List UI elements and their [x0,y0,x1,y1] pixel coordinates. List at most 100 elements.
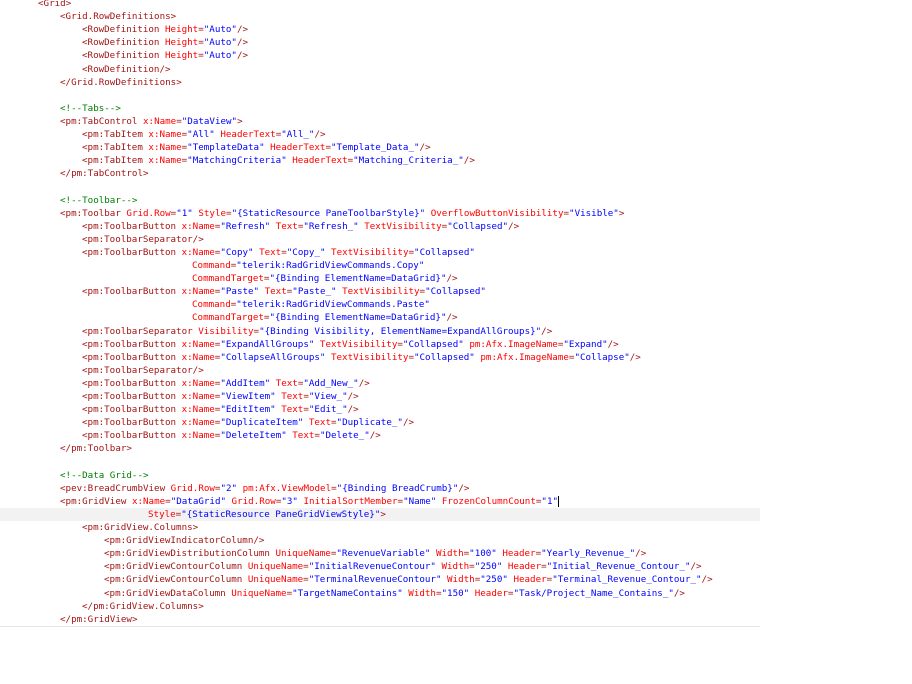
code-line[interactable]: <pm:GridViewDistributionColumn UniqueNam… [0,547,760,560]
code-token: pm:ToolbarSeparator [87,325,193,337]
code-line[interactable]: <!--Data Grid--> [0,469,760,482]
code-line[interactable]: <!--Tabs--> [0,102,760,115]
code-line-content: <pm:ToolbarSeparator Visibility="{Bindin… [82,325,552,338]
code-token: pm:GridViewDataColumn [109,587,226,599]
code-line[interactable]: <pm:Toolbar Grid.Row="1" Style="{StaticR… [0,207,760,220]
code-line[interactable]: <pm:ToolbarButton x:Name="EditItem" Text… [0,403,760,416]
code-line[interactable]: </pm:Toolbar> [0,442,760,455]
code-token: Grid.RowDefinitions [71,76,177,88]
editor-bottom-rule [0,626,760,627]
code-line[interactable]: CommandTarget="{Binding ElementName=Data… [0,311,760,324]
code-token: TextVisibility [325,351,409,363]
code-token: Height [159,50,199,62]
code-token: "1" [176,207,193,219]
code-line[interactable]: Command="telerik:RadGridViewCommands.Cop… [0,259,760,272]
code-token: CommandTarget [192,312,264,324]
code-token: Width [402,587,436,599]
code-token: "telerik:RadGridViewCommands.Paste" [236,299,430,311]
code-line[interactable]: <pm:GridViewContourColumn UniqueName="Te… [0,573,760,586]
code-line[interactable]: <pm:ToolbarSeparator Visibility="{Bindin… [0,325,760,338]
code-line[interactable]: CommandTarget="{Binding ElementName=Data… [0,272,760,285]
code-line[interactable]: <pm:GridViewContourColumn UniqueName="In… [0,560,760,573]
code-line[interactable] [0,456,760,469]
code-line[interactable]: <Grid.RowDefinitions> [0,10,760,23]
code-line[interactable]: <pm:ToolbarButton x:Name="AddItem" Text=… [0,377,760,390]
code-token: RowDefinition [87,24,160,36]
code-line[interactable]: </pm:GridView.Columns> [0,600,760,613]
code-line-content: <pm:TabItem x:Name="All" HeaderText="All… [82,128,326,141]
code-token: > [618,207,625,219]
code-token: "InitialRevenueContour" [308,561,436,573]
code-line[interactable]: <pm:ToolbarButton x:Name="DeleteItem" Te… [0,429,760,442]
code-line-content: <pm:ToolbarButton x:Name="Refresh" Text=… [82,220,519,233]
code-token: /> [358,377,370,389]
code-line[interactable]: <pm:GridViewIndicatorColumn/> [0,534,760,547]
code-line-content: Style="{StaticResource PaneGridViewStyle… [148,508,386,521]
code-line[interactable]: <pm:TabItem x:Name="MatchingCriteria" He… [0,154,760,167]
code-line[interactable]: <pm:ToolbarButton x:Name="CollapseAllGro… [0,351,760,364]
code-editor[interactable]: <Grid> <Grid.RowDefinitions> <RowDefinitio… [0,0,912,684]
code-token: x:Name [176,404,215,416]
code-line[interactable]: <pm:GridView.Columns> [0,521,760,534]
code-token: x:Name [176,246,215,258]
code-line[interactable]: <pm:GridViewDataColumn UniqueName="Targe… [0,587,760,600]
code-line[interactable]: <pm:ToolbarButton x:Name="Paste" Text="P… [0,285,760,298]
code-token: pm:Afx.ImageName [463,338,558,350]
code-line[interactable]: <pm:ToolbarButton x:Name="Copy" Text="Co… [0,246,760,259]
code-token: Width [441,574,475,586]
code-token: "Refresh_" [303,220,359,232]
code-line-content: <pm:Toolbar Grid.Row="1" Style="{StaticR… [60,207,624,220]
code-line[interactable] [0,180,760,193]
code-line-content: <!--Data Grid--> [60,469,149,482]
code-token: Text [259,286,287,298]
code-line[interactable]: <RowDefinition Height="Auto"/> [0,36,760,49]
code-line[interactable]: <RowDefinition/> [0,63,760,76]
code-line-content: CommandTarget="{Binding ElementName=Data… [192,272,458,285]
code-token: "View_" [308,391,348,402]
code-token: "All" [187,129,215,140]
code-line[interactable]: </Grid.RowDefinitions> [0,76,760,89]
code-line[interactable]: <pm:ToolbarButton x:Name="Refresh" Text=… [0,220,760,233]
code-line[interactable]: <RowDefinition Height="Auto"/> [0,49,760,62]
code-line-content: <pev:BreadCrumbView Grid.Row="2" pm:Afx.… [60,482,469,495]
code-line[interactable] [0,89,760,102]
code-line[interactable]: <pm:ToolbarButton x:Name="ViewItem" Text… [0,390,760,403]
code-token: "Duplicate_" [336,417,403,429]
code-line[interactable]: <pm:TabItem x:Name="TemplateData" Header… [0,141,760,154]
code-line[interactable]: </pm:TabControl> [0,167,760,180]
code-line[interactable]: <pev:BreadCrumbView Grid.Row="2" pm:Afx.… [0,482,760,495]
code-token: "Paste" [220,286,260,298]
code-line[interactable]: Style="{StaticResource PaneGridViewStyle… [0,507,760,521]
code-token: "2" [220,482,238,494]
code-line[interactable]: <pm:ToolbarButton x:Name="DuplicateItem"… [0,416,760,429]
code-line[interactable]: <pm:ToolbarSeparator/> [0,364,760,377]
code-line[interactable]: <pm:TabControl x:Name="DataView"> [0,115,760,128]
code-line-content: <!--Toolbar--> [60,194,137,207]
code-line[interactable]: <RowDefinition Height="Auto"/> [0,23,760,36]
code-line[interactable]: </pm:GridView> [0,613,760,626]
code-token: "Name" [403,495,437,507]
code-token: pm:GridView [71,613,132,625]
code-token: /> [701,574,713,586]
code-line[interactable]: Command="telerik:RadGridViewCommands.Pas… [0,298,760,311]
code-line[interactable]: <pm:GridView x:Name="DataGrid" Grid.Row=… [0,495,760,508]
code-token: /> [673,587,685,599]
code-line[interactable]: <pm:TabItem x:Name="All" HeaderText="All… [0,128,760,141]
code-token: "3" [281,495,298,507]
code-token: /> [635,548,647,560]
code-token: Text [303,417,331,429]
code-line[interactable]: <pm:ToolbarSeparator/> [0,233,760,246]
code-line-content: <!--Tabs--> [60,102,121,115]
code-line-content: <Grid.RowDefinitions> [60,10,176,23]
code-token: Style [148,508,176,520]
code-token: "150" [441,587,470,599]
code-token: pm:TabItem [87,129,143,140]
code-token: pm:ToolbarButton [87,417,177,429]
code-token: Grid.Row [120,207,171,219]
code-line[interactable]: <pm:ToolbarButton x:Name="ExpandAllGroup… [0,338,760,351]
code-token: /> [629,351,641,363]
code-line[interactable]: <Grid> [0,0,760,10]
code-token: pm:ToolbarButton [87,338,177,350]
code-line[interactable]: <!--Toolbar--> [0,194,760,207]
code-line-content: <pm:ToolbarButton x:Name="CollapseAllGro… [82,351,641,364]
